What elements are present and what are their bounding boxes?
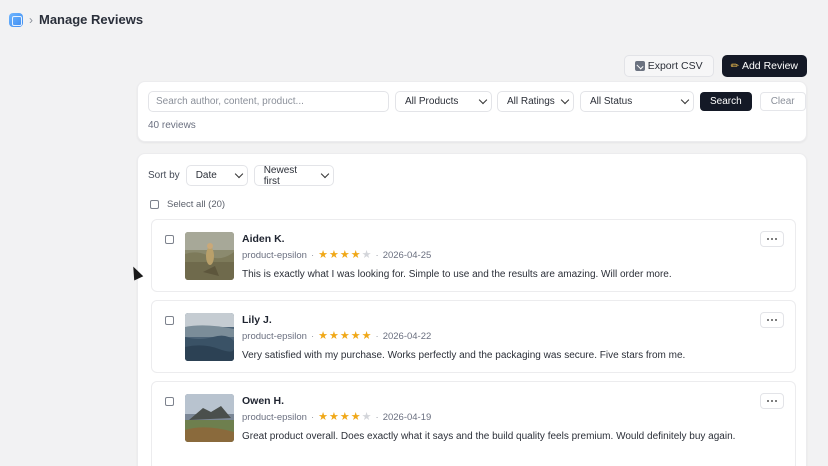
review-date: 2026-04-25 (382, 250, 432, 261)
select-all-checkbox[interactable] (150, 200, 159, 209)
meta-separator: · (375, 412, 379, 423)
review-meta: product-epsilon · ★ ★ ★ ★ ★ · 2026-04-22 (242, 331, 432, 343)
star-rating: ★ ★ ★ ★ ★ (318, 412, 371, 423)
chevron-down-icon (478, 95, 488, 105)
app-logo-icon[interactable] (9, 12, 23, 27)
star-icon: ★ (339, 411, 350, 423)
review-product: product-epsilon (242, 331, 307, 342)
page-actions: Export CSV ✏ Add Review (623, 55, 807, 77)
download-icon (634, 61, 645, 71)
sort-order-select[interactable]: Newest first (253, 164, 334, 187)
more-options-button[interactable] (760, 231, 784, 247)
meta-separator: · (310, 250, 315, 261)
review-product: product-epsilon (242, 412, 307, 423)
product-filter-value: All Products (405, 96, 459, 107)
review-author: Aiden K. (242, 233, 285, 245)
meta-separator: · (375, 250, 379, 261)
select-all-row: Select all (20) (150, 199, 225, 210)
chevron-down-icon (560, 95, 570, 105)
star-rating: ★ ★ ★ ★ ★ (318, 250, 371, 261)
export-csv-label: Export CSV (647, 60, 703, 72)
chevron-down-icon (234, 169, 243, 179)
add-review-label: Add Review (741, 60, 798, 72)
star-icon: ★ (361, 330, 372, 342)
chevron-down-icon (320, 169, 329, 179)
sort-field-select[interactable]: Date (185, 165, 248, 186)
star-icon: ★ (329, 249, 339, 261)
star-icon: ★ (318, 330, 329, 342)
pencil-icon: ✏ (730, 60, 739, 72)
review-meta: product-epsilon · ★ ★ ★ ★ ★ · 2026-04-19 (242, 412, 432, 424)
star-icon: ★ (329, 330, 339, 342)
product-filter-select[interactable]: All Products (395, 91, 492, 112)
star-icon: ★ (350, 249, 361, 261)
search-button[interactable]: Search (700, 92, 752, 111)
sort-field-value: Date (195, 170, 217, 181)
breadcrumb: › Manage Reviews (9, 12, 143, 27)
review-content: This is exactly what I was looking for. … (242, 269, 672, 280)
review-checkbox[interactable] (165, 397, 174, 406)
star-icon: ★ (318, 411, 329, 423)
star-empty-icon: ★ (361, 411, 372, 423)
review-product: product-epsilon (242, 250, 307, 261)
chevron-down-icon (680, 95, 690, 105)
review-count: 40 reviews (148, 120, 196, 131)
breadcrumb-separator: › (29, 12, 33, 27)
select-all-label: Select all (20) (167, 199, 226, 210)
filter-panel: All Products All Ratings All Status Sear… (137, 81, 807, 142)
review-thumbnail (185, 394, 234, 442)
star-icon: ★ (350, 411, 361, 423)
search-input[interactable] (148, 91, 389, 112)
star-icon: ★ (329, 411, 339, 423)
add-review-button[interactable]: ✏ Add Review (721, 55, 807, 77)
review-card: Aiden K. product-epsilon · ★ ★ ★ ★ ★ · 2026-… (151, 219, 796, 292)
review-content: Great product overall. Does exactly what… (242, 431, 736, 442)
review-date: 2026-04-19 (382, 412, 432, 423)
review-date: 2026-04-22 (382, 331, 432, 342)
meta-separator: · (375, 331, 379, 342)
status-filter-value: All Status (590, 96, 633, 107)
clear-button[interactable]: Clear (759, 92, 806, 111)
sort-order-value: Newest first (263, 164, 298, 187)
review-checkbox[interactable] (165, 235, 174, 244)
star-icon: ★ (350, 330, 361, 342)
star-empty-icon: ★ (361, 249, 372, 261)
status-filter-select[interactable]: All Status (580, 91, 694, 112)
review-content: Very satisfied with my purchase. Works p… (242, 350, 686, 361)
meta-separator: · (310, 331, 315, 342)
export-csv-button[interactable]: Export CSV (623, 55, 714, 77)
review-meta: product-epsilon · ★ ★ ★ ★ ★ · 2026-04-25 (242, 250, 432, 262)
sort-label: Sort by (148, 170, 180, 181)
star-rating: ★ ★ ★ ★ ★ (318, 331, 371, 342)
review-list-panel: Sort by Date Newest first Select all (20… (137, 153, 807, 466)
star-icon: ★ (339, 330, 350, 342)
meta-separator: · (310, 412, 315, 423)
more-options-button[interactable] (760, 393, 784, 409)
page-title: Manage Reviews (39, 12, 144, 27)
rating-filter-select[interactable]: All Ratings (497, 91, 574, 112)
star-icon: ★ (318, 249, 329, 261)
more-options-button[interactable] (760, 312, 784, 328)
review-thumbnail (185, 313, 234, 361)
review-author: Lily J. (242, 314, 272, 326)
star-icon: ★ (339, 249, 350, 261)
rating-filter-value: All Ratings (507, 96, 555, 107)
review-thumbnail (185, 232, 234, 280)
sort-controls: Sort by Date Newest first (148, 164, 334, 187)
review-card: Lily J. product-epsilon · ★ ★ ★ ★ ★ · 2026-0… (151, 300, 796, 373)
review-checkbox[interactable] (165, 316, 174, 325)
review-card: Owen H. product-epsilon · ★ ★ ★ ★ ★ · 2026-0… (151, 381, 796, 466)
review-author: Owen H. (242, 395, 285, 407)
